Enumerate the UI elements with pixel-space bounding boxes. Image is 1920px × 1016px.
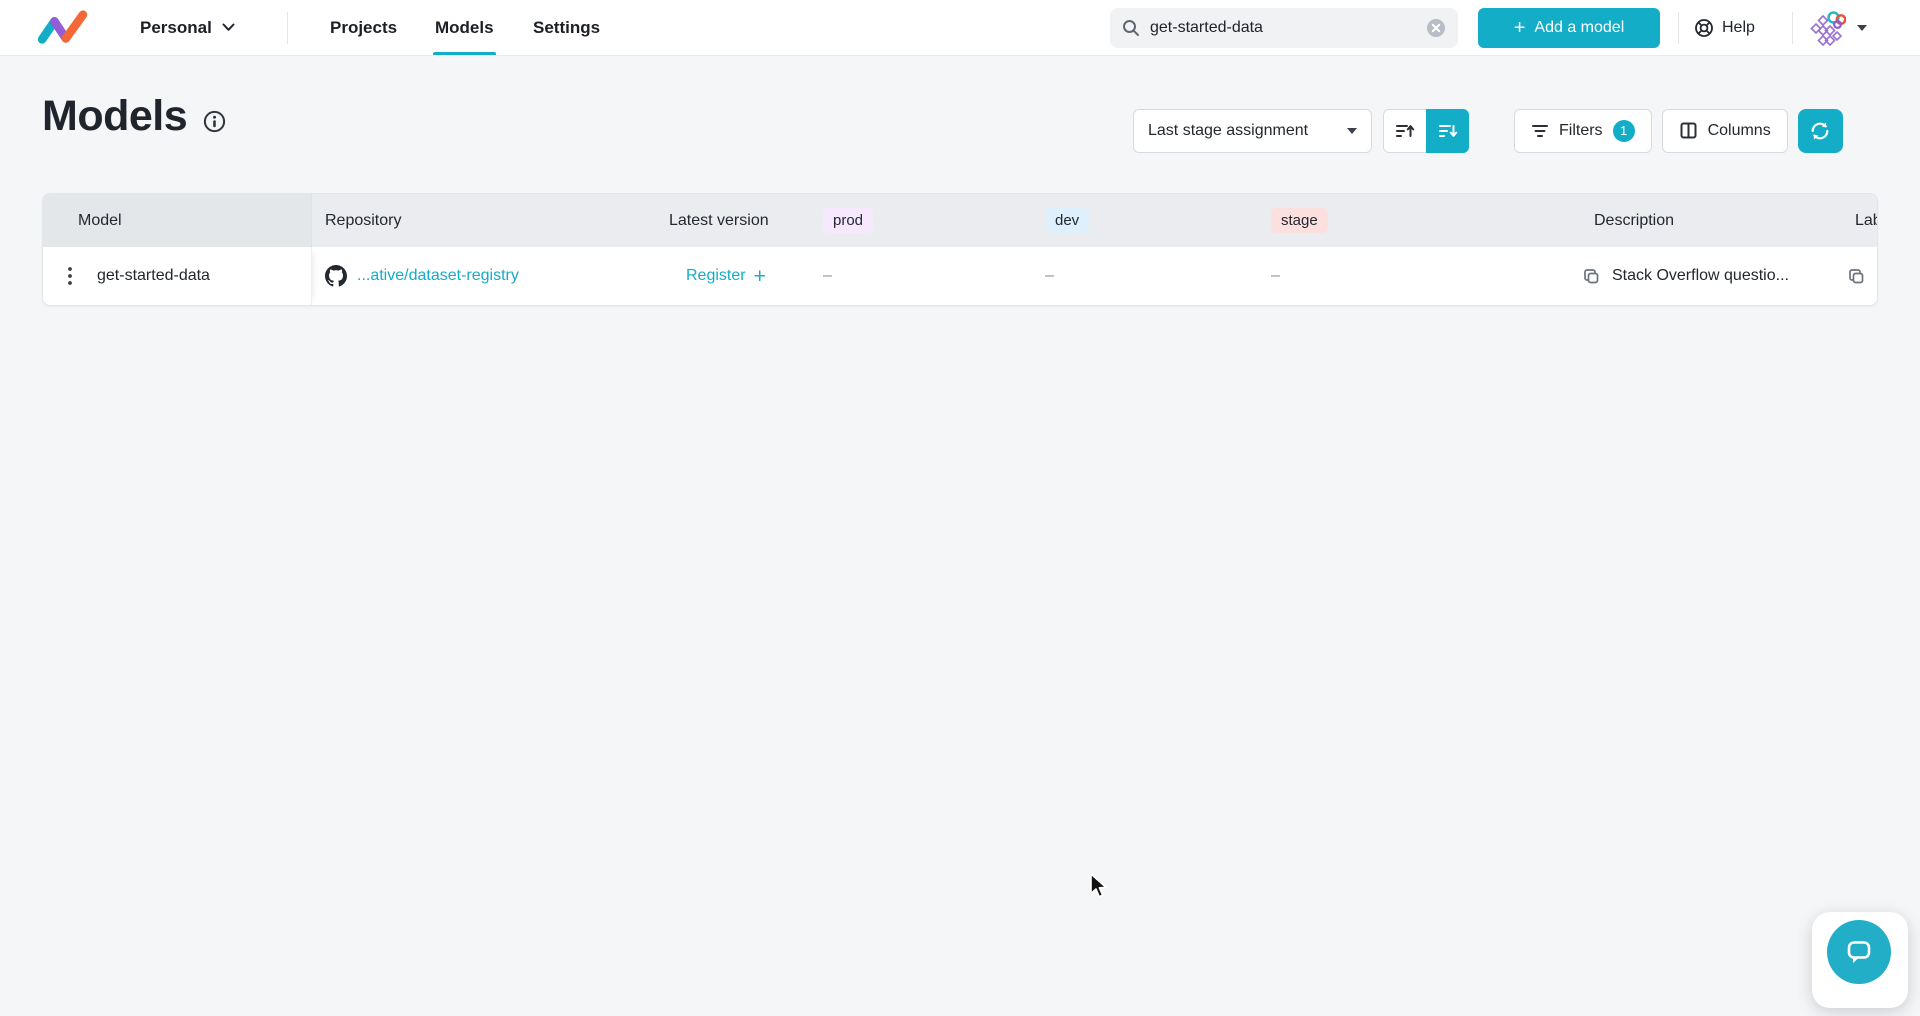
table-controls: Last stage assignment Filters 1 Colum [1133, 108, 1843, 153]
register-version-link[interactable]: Register + [686, 266, 766, 287]
search-icon [1122, 19, 1140, 37]
search-input[interactable] [1150, 19, 1416, 37]
column-header-model: Model [43, 194, 312, 247]
labels-cell [1845, 267, 1878, 285]
add-model-label: Add a model [1534, 19, 1624, 37]
kebab-icon [68, 267, 72, 285]
sort-descending-button[interactable] [1426, 109, 1469, 153]
column-header-model-label: Model [78, 212, 122, 230]
table-header-row: Model Repository Latest version prod dev… [43, 194, 1877, 247]
add-model-button[interactable]: + Add a model [1478, 8, 1660, 48]
column-header-description: Description [1580, 194, 1845, 247]
table-row: get-started-data ...ative/dataset-regist… [43, 247, 1877, 305]
page-title: Models [42, 92, 187, 141]
dev-stage-pill: dev [1045, 208, 1089, 233]
help-button[interactable]: Help [1694, 0, 1755, 55]
sort-direction-group [1383, 109, 1469, 153]
nav-models[interactable]: Models [435, 0, 494, 55]
chevron-down-icon [1347, 128, 1357, 134]
lifebuoy-icon [1694, 18, 1714, 38]
filters-count-badge: 1 [1613, 120, 1635, 142]
sort-ascending-icon [1395, 121, 1415, 141]
stage-cell: – [1263, 267, 1580, 285]
divider [1792, 12, 1793, 44]
description-cell: Stack Overflow questio... [1580, 267, 1845, 285]
empty-value: – [1271, 267, 1280, 285]
refresh-icon [1809, 120, 1831, 142]
plus-icon: + [1514, 18, 1526, 38]
model-name-link[interactable]: get-started-data [97, 267, 210, 285]
column-header-dev: dev [1037, 194, 1263, 247]
divider [1678, 12, 1679, 44]
refresh-button[interactable] [1798, 109, 1843, 153]
columns-label: Columns [1708, 122, 1771, 140]
nav-settings-label: Settings [533, 18, 600, 38]
avatar [1810, 10, 1846, 46]
sort-by-value: Last stage assignment [1148, 122, 1308, 140]
nav-projects[interactable]: Projects [330, 0, 397, 55]
columns-icon [1679, 121, 1698, 140]
filter-icon [1531, 123, 1549, 139]
mouse-cursor [1086, 872, 1110, 900]
column-header-repository: Repository [312, 194, 657, 247]
column-header-latest-version-label: Latest version [669, 212, 769, 230]
empty-value: – [823, 267, 832, 285]
column-header-description-label: Description [1582, 212, 1674, 230]
copy-icon [1847, 267, 1865, 285]
info-icon[interactable] [203, 110, 226, 133]
close-icon [1426, 18, 1446, 38]
github-icon [325, 265, 347, 287]
chat-bubble-icon [1843, 936, 1875, 968]
workspace-switcher[interactable]: Personal [140, 0, 235, 55]
prod-cell: – [815, 267, 1037, 285]
filters-button[interactable]: Filters 1 [1514, 109, 1652, 153]
sort-by-select[interactable]: Last stage assignment [1133, 109, 1372, 153]
model-cell: get-started-data [43, 247, 312, 305]
nav-models-label: Models [435, 18, 494, 38]
column-header-repository-label: Repository [325, 212, 401, 230]
copy-description-button[interactable] [1582, 267, 1600, 285]
column-header-labels: Lab [1845, 194, 1878, 247]
column-header-stage: stage [1263, 194, 1580, 247]
register-label: Register [686, 267, 746, 285]
sort-descending-icon [1438, 121, 1458, 141]
divider [287, 12, 288, 44]
studio-logo-icon[interactable] [34, 9, 92, 47]
dev-cell: – [1037, 267, 1263, 285]
account-menu[interactable] [1810, 0, 1867, 55]
column-header-prod: prod [815, 194, 1037, 247]
columns-button[interactable]: Columns [1662, 109, 1788, 153]
latest-version-cell: Register + [657, 266, 815, 287]
chevron-down-icon [1857, 25, 1867, 31]
copy-labels-button[interactable] [1847, 267, 1865, 285]
filters-label: Filters [1559, 122, 1603, 140]
prod-stage-pill: prod [823, 208, 873, 233]
sort-ascending-button[interactable] [1383, 109, 1426, 153]
column-header-labels-label: Lab [1847, 212, 1878, 230]
stage-stage-pill: stage [1271, 208, 1328, 233]
repository-cell: ...ative/dataset-registry [312, 265, 657, 287]
description-text: Stack Overflow questio... [1612, 267, 1789, 285]
top-bar: Personal Projects Models Settings + Add … [0, 0, 1920, 56]
help-label: Help [1722, 19, 1755, 37]
nav-projects-label: Projects [330, 18, 397, 38]
models-table: Model Repository Latest version prod dev… [42, 193, 1878, 306]
page-header: Models [42, 92, 226, 141]
repository-link[interactable]: ...ative/dataset-registry [357, 267, 519, 285]
workspace-label: Personal [140, 18, 212, 38]
row-menu-button[interactable] [57, 259, 83, 293]
empty-value: – [1045, 267, 1054, 285]
chevron-down-icon [222, 23, 235, 32]
column-header-latest-version: Latest version [657, 194, 815, 247]
clear-search-button[interactable] [1426, 18, 1446, 38]
search-box [1110, 8, 1458, 48]
plus-icon: + [754, 266, 766, 287]
nav-settings[interactable]: Settings [533, 0, 600, 55]
copy-icon [1582, 267, 1600, 285]
chat-launcher-button[interactable] [1827, 920, 1891, 984]
